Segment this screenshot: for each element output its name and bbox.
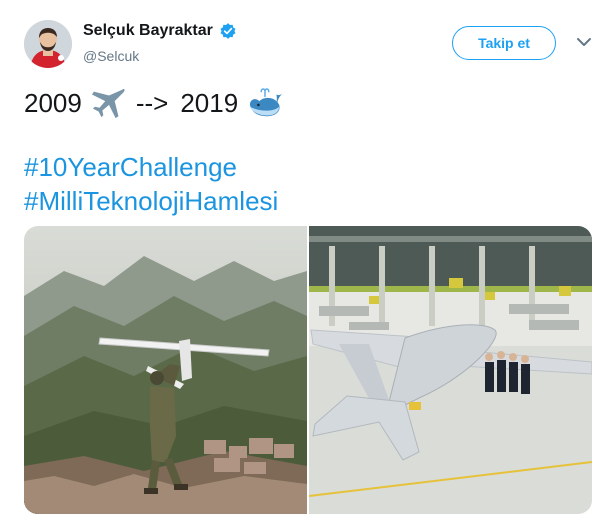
hand-launched-drone-photo[interactable] <box>24 226 307 514</box>
author-name[interactable]: Selçuk Bayraktar <box>83 22 237 40</box>
year-then: 2009 <box>24 87 82 118</box>
author-name-text: Selçuk Bayraktar <box>83 22 213 39</box>
airplane-icon <box>91 89 125 119</box>
arrow-text: --> <box>135 87 169 118</box>
verified-badge-icon <box>220 23 236 39</box>
avatar-image <box>24 20 72 68</box>
hashtag-link[interactable]: #10YearChallenge <box>24 152 237 183</box>
hashtag-link[interactable]: #MilliTeknolojiHamlesi <box>24 186 278 217</box>
follow-button[interactable]: Takip et <box>452 26 556 60</box>
hangar-drone-photo[interactable] <box>309 226 592 514</box>
year-now: 2019 <box>180 87 239 118</box>
chevron-down-icon[interactable] <box>576 36 592 48</box>
tweet-text: 2009 --> 2019 <box>24 86 292 120</box>
author-handle[interactable]: @Selcuk <box>83 48 139 64</box>
whale-icon <box>250 88 283 117</box>
avatar[interactable] <box>24 20 72 68</box>
